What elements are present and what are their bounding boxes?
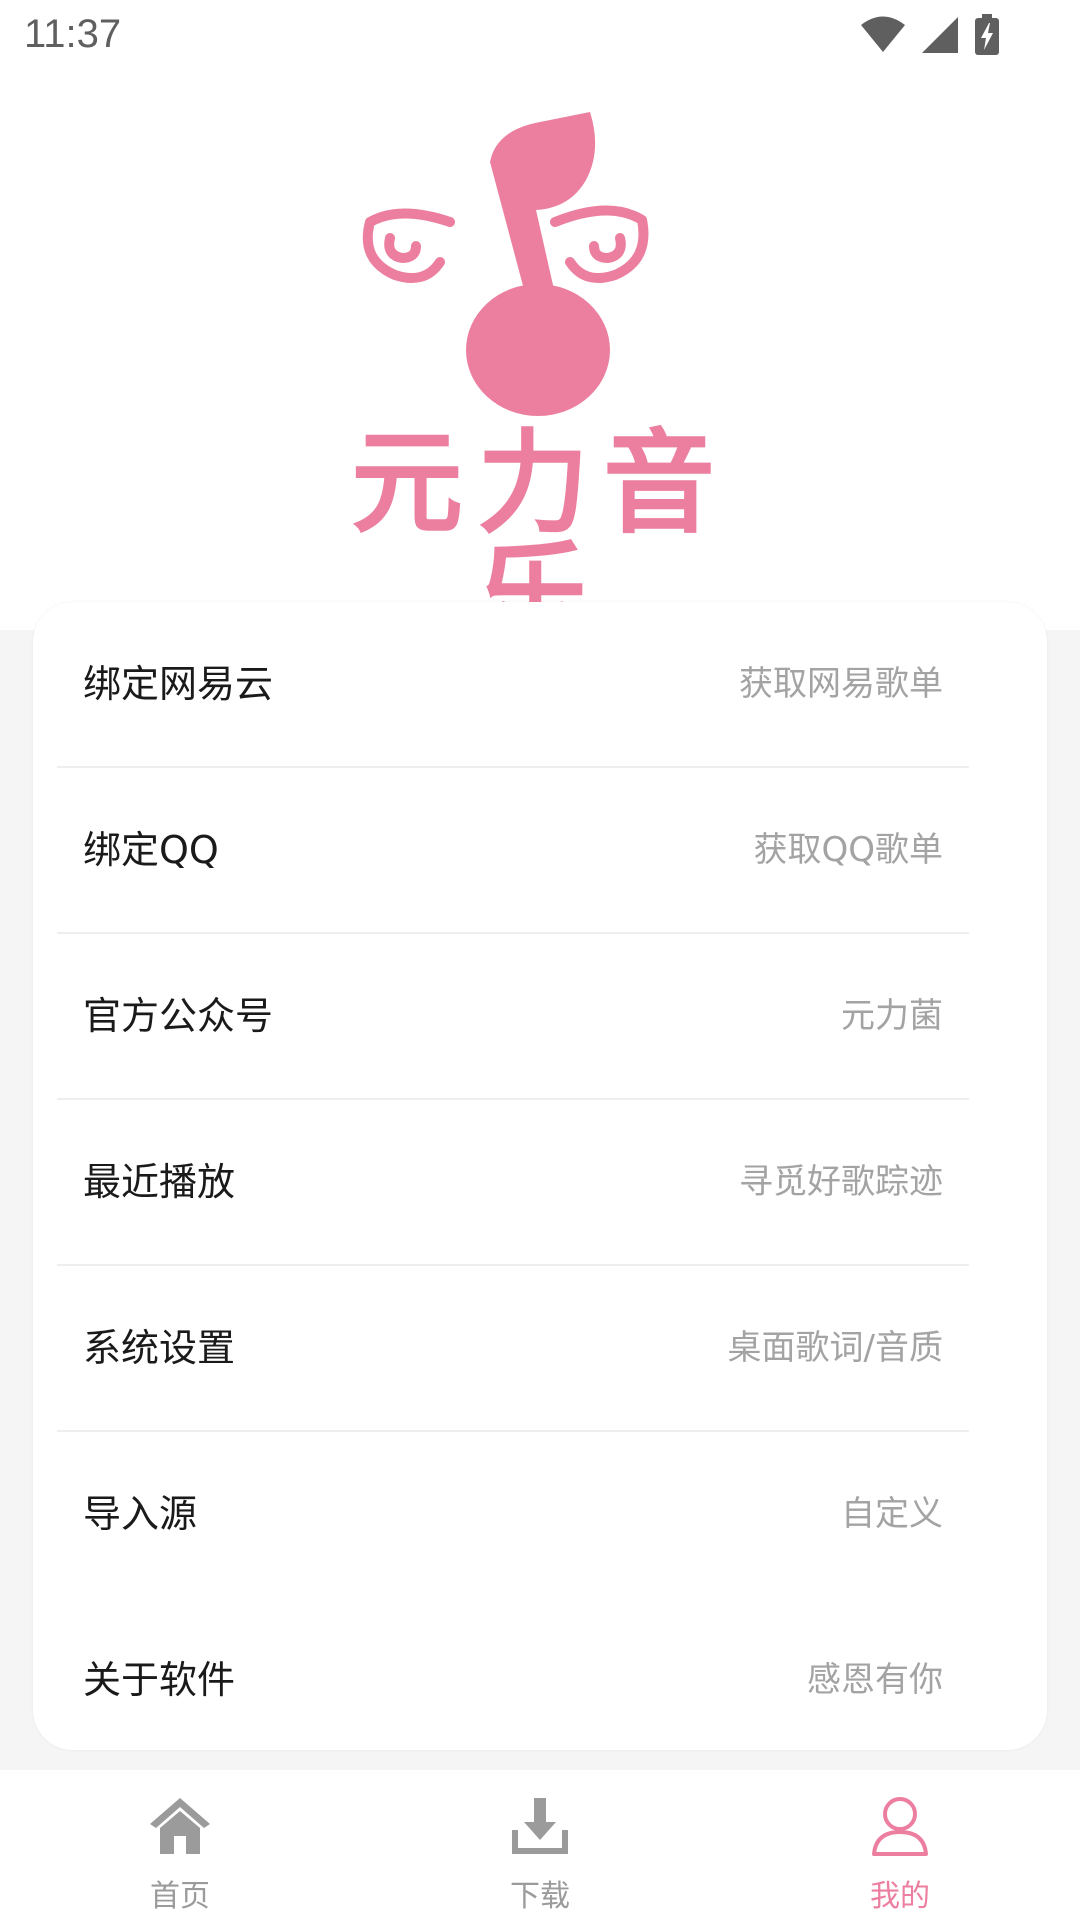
- menu-item-recent-play[interactable]: 最近播放 寻觅好歌踪迹: [57, 1100, 969, 1266]
- battery-charging-icon: [974, 14, 1000, 60]
- menu-item-label: 官方公众号: [83, 994, 274, 1038]
- menu-item-official-account[interactable]: 官方公众号 元力菌: [57, 934, 969, 1100]
- tab-home[interactable]: 首页: [60, 1770, 300, 1920]
- menu-item-value: 桌面歌词/音质: [727, 1328, 943, 1368]
- tab-label: 下载: [510, 1879, 570, 1914]
- home-icon: [148, 1794, 212, 1858]
- menu-item-value: 元力菌: [841, 996, 943, 1036]
- status-time: 11:37: [24, 12, 122, 56]
- menu-item-value: 感恩有你: [807, 1660, 943, 1700]
- menu-item-import-source[interactable]: 导入源 自定义: [57, 1432, 969, 1598]
- tab-label: 首页: [150, 1879, 210, 1914]
- menu-item-bind-netease[interactable]: 绑定网易云 获取网易歌单: [57, 602, 969, 768]
- menu-item-about[interactable]: 关于软件 感恩有你: [57, 1598, 969, 1750]
- menu-item-label: 绑定网易云: [83, 662, 274, 706]
- menu-item-value: 获取网易歌单: [739, 664, 943, 704]
- menu-item-label: 最近播放: [83, 1160, 236, 1204]
- menu-item-label: 系统设置: [83, 1326, 236, 1370]
- signal-icon: [920, 15, 960, 59]
- tab-label: 我的: [870, 1879, 930, 1914]
- menu-item-label: 绑定QQ: [83, 828, 219, 872]
- tab-mine[interactable]: 我的: [780, 1770, 1020, 1920]
- status-icons: [860, 14, 1000, 60]
- user-icon: [868, 1794, 932, 1858]
- app-screen: 11:37 元力音乐 绑定网易云 获取网易歌单 绑定QQ 获取QQ歌单 官方公众…: [0, 0, 1080, 1920]
- app-logo: 元力音乐: [290, 110, 790, 652]
- bottom-nav: 首页 下载 我的: [0, 1770, 1080, 1920]
- tab-download[interactable]: 下载: [420, 1770, 660, 1920]
- menu-item-value: 自定义: [841, 1494, 943, 1534]
- status-bar: 11:37: [0, 0, 1080, 72]
- menu-item-system-settings[interactable]: 系统设置 桌面歌词/音质: [57, 1266, 969, 1432]
- header-area: 11:37 元力音乐: [0, 0, 1080, 652]
- menu-item-value: 获取QQ歌单: [753, 830, 943, 870]
- wifi-icon: [860, 16, 906, 58]
- settings-card: 绑定网易云 获取网易歌单 绑定QQ 获取QQ歌单 官方公众号 元力菌 最近播放 …: [33, 602, 1047, 1750]
- menu-item-value: 寻觅好歌踪迹: [739, 1162, 943, 1202]
- menu-item-label: 导入源: [83, 1492, 198, 1536]
- menu-item-bind-qq[interactable]: 绑定QQ 获取QQ歌单: [57, 768, 969, 934]
- download-icon: [508, 1794, 572, 1858]
- menu-item-label: 关于软件: [83, 1658, 236, 1702]
